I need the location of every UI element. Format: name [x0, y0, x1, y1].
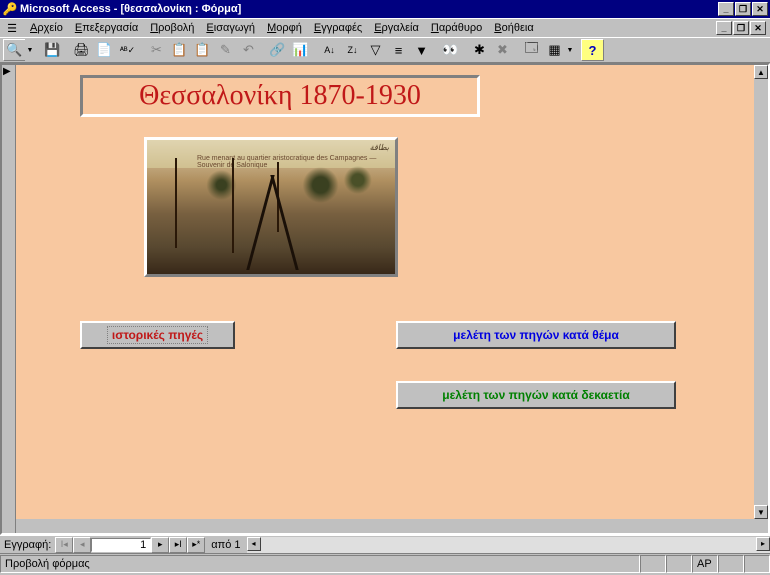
last-record-button[interactable]: ▸І [169, 537, 187, 553]
record-selector[interactable]: ▶ [2, 65, 16, 533]
minimize-button[interactable]: _ [718, 2, 734, 16]
next-record-button[interactable]: ▸ [151, 537, 169, 553]
status-indicator-3 [718, 555, 744, 573]
mdi-close-button[interactable]: ✕ [750, 21, 766, 35]
current-record-marker: ▶ [3, 66, 11, 77]
vertical-scrollbar[interactable]: ▲ ▼ [754, 65, 768, 519]
horizontal-scrollbar[interactable]: ◂ ▸ [247, 537, 770, 553]
menu-format[interactable]: Μορφή [261, 21, 308, 35]
spellcheck-button[interactable]: ᴬᴮ✓ [116, 39, 139, 61]
copy-button[interactable]: 📋 [168, 39, 191, 61]
status-indicator-1 [640, 555, 666, 573]
title-bar: 🔑 Microsoft Access - [θεσσαλονίκη : Φόρμ… [0, 0, 770, 18]
menu-view[interactable]: Προβολή [144, 21, 200, 35]
form-area: ▶ Θεσσαλονίκη 1870-1930 بطاقة Rue menant… [0, 63, 770, 535]
save-button[interactable]: 💾 [41, 39, 64, 61]
scroll-corner [754, 519, 768, 533]
view-button[interactable]: 🔍 [3, 39, 26, 61]
find-button[interactable]: 👀 [439, 39, 462, 61]
mdi-restore-button[interactable]: ❐ [733, 21, 749, 35]
status-bar: Προβολή φόρμας ΑΡ [0, 553, 770, 573]
status-indicator-2 [666, 555, 692, 573]
scroll-down-button[interactable]: ▼ [754, 505, 768, 519]
mdi-minimize-button[interactable]: _ [716, 21, 732, 35]
delete-record-button[interactable]: ✖ [491, 39, 514, 61]
filter-form-button[interactable]: ≡ [387, 39, 410, 61]
menu-tools[interactable]: Εργαλεία [368, 21, 425, 35]
app-icon: 🔑 [2, 1, 18, 17]
first-record-button[interactable]: І◂ [55, 537, 73, 553]
menu-file[interactable]: Αρχείο [24, 21, 69, 35]
paste-button[interactable]: 📋 [191, 39, 214, 61]
menu-edit[interactable]: Επεξεργασία [69, 21, 144, 35]
status-indicator-4 [744, 555, 770, 573]
status-text: Προβολή φόρμας [0, 555, 640, 573]
record-navigator: Εγγραφή: І◂ ◂ ▸ ▸І ▸* από 1 ◂ ▸ [0, 535, 770, 553]
study-by-theme-button[interactable]: μελέτη των πηγών κατά θέμα [396, 321, 676, 349]
filter-selection-button[interactable]: ▽ [364, 39, 387, 61]
menu-bar: ☰ Αρχείο Επεξεργασία Προβολή Εισαγωγή Μο… [0, 18, 770, 37]
recordnav-label: Εγγραφή: [0, 539, 55, 551]
sort-asc-button[interactable]: A↓ [318, 39, 341, 61]
web-button[interactable]: 📊 [289, 39, 312, 61]
new-object-button[interactable]: ▦ [543, 39, 566, 61]
new-record-nav-button[interactable]: ▸* [187, 537, 205, 553]
menu-help[interactable]: Βοήθεια [488, 21, 539, 35]
page-title: Θεσσαλονίκη 1870-1930 [139, 80, 421, 112]
menu-insert[interactable]: Εισαγωγή [200, 21, 261, 35]
historical-sources-button[interactable]: ιστορικές πηγές [80, 321, 235, 349]
prev-record-button[interactable]: ◂ [73, 537, 91, 553]
new-object-dropdown[interactable]: ▼ [565, 39, 575, 61]
status-indicator-ar: ΑΡ [692, 555, 718, 573]
postcard-image: بطاقة Rue menant au quartier aristocrati… [144, 137, 398, 277]
sort-desc-button[interactable]: Z↓ [341, 39, 364, 61]
help-button[interactable]: ? [581, 39, 604, 61]
format-painter-button[interactable]: ✎ [214, 39, 237, 61]
heading-box: Θεσσαλονίκη 1870-1930 [80, 75, 480, 117]
maximize-button[interactable]: ❐ [735, 2, 751, 16]
apply-filter-button[interactable]: ▼ [410, 39, 433, 61]
image-caption-top: بطاقة [370, 143, 389, 152]
close-button[interactable]: ✕ [752, 2, 768, 16]
form-body: Θεσσαλονίκη 1870-1930 بطاقة Rue menant a… [16, 65, 754, 519]
new-record-button[interactable]: ✱ [468, 39, 491, 61]
menu-window[interactable]: Παράθυρο [425, 21, 488, 35]
db-window-button[interactable]: 🗔 [520, 39, 543, 61]
print-button[interactable]: 🖨 [70, 39, 93, 61]
cut-button[interactable]: ✂ [145, 39, 168, 61]
doc-icon: ☰ [4, 22, 20, 35]
title-text: Microsoft Access - [θεσσαλονίκη : Φόρμα] [18, 3, 717, 15]
view-dropdown[interactable]: ▼ [25, 39, 35, 61]
scroll-up-button[interactable]: ▲ [754, 65, 768, 79]
record-number-input[interactable] [91, 538, 151, 552]
image-caption-mid: Rue menant au quartier aristocratique de… [197, 155, 395, 169]
study-by-decade-button[interactable]: μελέτη των πηγών κατά δεκαετία [396, 381, 676, 409]
scroll-left-button[interactable]: ◂ [247, 537, 261, 551]
toolbar: 🔍 ▼ 💾 🖨 📄 ᴬᴮ✓ ✂ 📋 📋 ✎ ↶ 🔗 📊 A↓ Z↓ ▽ ≡ ▼ … [0, 37, 770, 63]
scroll-right-button[interactable]: ▸ [756, 537, 770, 551]
menu-records[interactable]: Εγγραφές [308, 21, 368, 35]
record-count-text: από 1 [205, 539, 246, 551]
undo-button[interactable]: ↶ [237, 39, 260, 61]
hyperlink-button[interactable]: 🔗 [266, 39, 289, 61]
preview-button[interactable]: 📄 [93, 39, 116, 61]
